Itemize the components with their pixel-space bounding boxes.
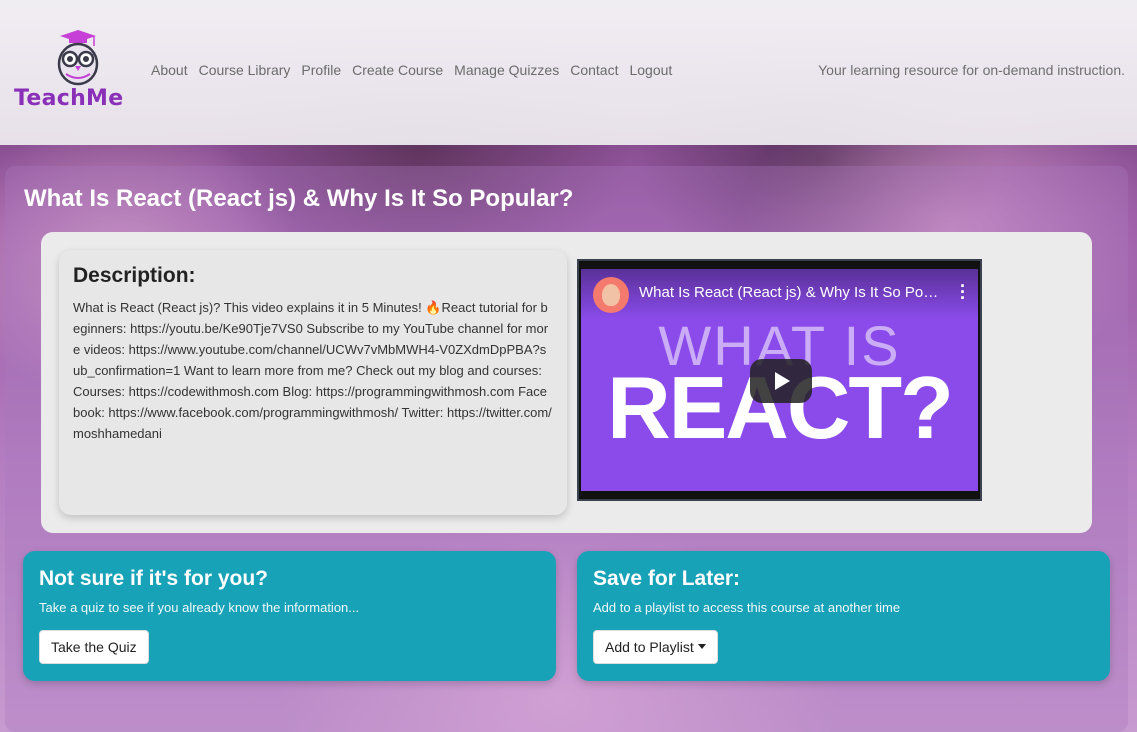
main-nav: About Course Library Profile Create Cour… bbox=[151, 62, 683, 78]
save-card-text: Add to a playlist to access this course … bbox=[593, 600, 901, 615]
owl-logo-icon bbox=[57, 30, 99, 86]
caret-down-icon bbox=[697, 643, 706, 649]
video-thumbnail[interactable]: WHAT IS REACT? What Is React (React js) … bbox=[581, 269, 978, 495]
video-top-bar: What Is React (React js) & Why Is It So … bbox=[581, 269, 978, 319]
channel-avatar[interactable] bbox=[593, 277, 629, 313]
brand-logo[interactable]: TeachMe bbox=[14, 28, 138, 118]
quiz-card: Not sure if it's for you? Take a quiz to… bbox=[23, 551, 556, 681]
nav-course-library[interactable]: Course Library bbox=[199, 62, 291, 78]
more-options-icon[interactable]: · · · bbox=[958, 277, 968, 307]
nav-manage-quizzes[interactable]: Manage Quizzes bbox=[454, 62, 559, 78]
nav-create-course[interactable]: Create Course bbox=[352, 62, 443, 78]
take-quiz-button[interactable]: Take the Quiz bbox=[39, 630, 149, 664]
video-player[interactable]: WHAT IS REACT? What Is React (React js) … bbox=[577, 259, 982, 501]
description-text: What is React (React js)? This video exp… bbox=[73, 300, 552, 441]
nav-profile[interactable]: Profile bbox=[301, 62, 341, 78]
nav-about[interactable]: About bbox=[151, 62, 188, 78]
video-title[interactable]: What Is React (React js) & Why Is It So … bbox=[639, 284, 939, 301]
quiz-card-heading: Not sure if it's for you? bbox=[39, 567, 269, 590]
description-card: Description: What is React (React js)? T… bbox=[59, 250, 567, 515]
save-card-heading: Save for Later: bbox=[593, 567, 741, 590]
video-bottom-bar bbox=[581, 491, 978, 497]
nav-logout[interactable]: Logout bbox=[629, 62, 672, 78]
quiz-card-text: Take a quiz to see if you already know t… bbox=[39, 600, 360, 615]
nav-contact[interactable]: Contact bbox=[570, 62, 618, 78]
course-panel: What Is React (React js) & Why Is It So … bbox=[5, 166, 1128, 732]
course-content-card: Description: What is React (React js)? T… bbox=[41, 232, 1092, 533]
save-card: Save for Later: Add to a playlist to acc… bbox=[577, 551, 1110, 681]
site-header: TeachMe About Course Library Profile Cre… bbox=[0, 0, 1137, 145]
add-to-playlist-button[interactable]: Add to Playlist bbox=[593, 630, 718, 664]
play-icon[interactable] bbox=[750, 359, 812, 403]
brand-name: TeachMe bbox=[14, 86, 124, 111]
add-to-playlist-label: Add to Playlist bbox=[605, 639, 694, 655]
page-title: What Is React (React js) & Why Is It So … bbox=[24, 185, 574, 212]
description-heading: Description: bbox=[73, 264, 196, 287]
site-tagline: Your learning resource for on-demand ins… bbox=[818, 62, 1125, 78]
